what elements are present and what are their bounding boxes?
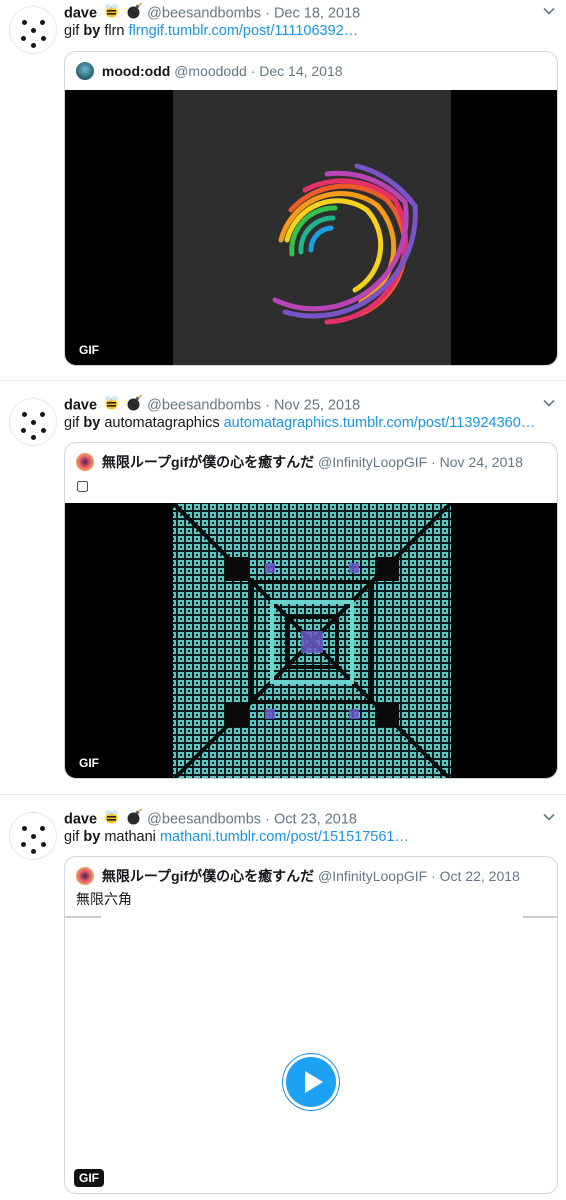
fractal-pattern-image bbox=[171, 501, 453, 778]
display-name[interactable]: dave bbox=[64, 5, 97, 21]
quoted-tweet-header: 無限ループgifが僕の心を癒すんだ @InfinityLoopGIF · Nov… bbox=[76, 453, 523, 471]
quoted-tweet-header: 無限ループgifが僕の心を癒すんだ @InfinityLoopGIF · Oct… bbox=[76, 867, 520, 885]
tweet-header: dave @beesandbombs · Dec 18, 2018 bbox=[64, 2, 360, 24]
quoted-tweet-text: ▢ bbox=[76, 477, 90, 493]
tweet-link[interactable]: flrngif.tumblr.com/post/111106392… bbox=[129, 23, 359, 39]
gif-media[interactable]: GIF bbox=[65, 916, 557, 1193]
rainbow-arcs-image bbox=[173, 90, 451, 365]
quoted-timestamp[interactable]: Oct 22, 2018 bbox=[440, 868, 520, 884]
gif-media[interactable]: GIF bbox=[65, 501, 557, 778]
tweet-link[interactable]: mathani.tumblr.com/post/151517561… bbox=[160, 829, 409, 845]
chevron-down-icon[interactable] bbox=[542, 4, 556, 18]
chevron-down-icon[interactable] bbox=[542, 396, 556, 410]
timestamp[interactable]: Dec 18, 2018 bbox=[274, 5, 360, 21]
bomb-emoji bbox=[126, 2, 143, 24]
quoted-display-name[interactable]: 無限ループgifが僕の心を癒すんだ bbox=[102, 454, 314, 470]
timestamp[interactable]: Oct 23, 2018 bbox=[274, 811, 357, 827]
tweet-text: gif by mathani mathani.tumblr.com/post/1… bbox=[64, 829, 410, 845]
quoted-timestamp[interactable]: Nov 24, 2018 bbox=[440, 454, 523, 470]
chevron-down-icon[interactable] bbox=[542, 810, 556, 824]
bee-emoji bbox=[103, 3, 120, 24]
handle[interactable]: @beesandbombs bbox=[147, 811, 261, 827]
quoted-tweet-header: mood:odd @moododd · Dec 14, 2018 bbox=[76, 62, 343, 80]
tweet[interactable]: dave @beesandbombs · Dec 18, 2018 gif by… bbox=[0, 0, 566, 380]
divider bbox=[0, 380, 566, 381]
quoted-avatar[interactable] bbox=[76, 867, 94, 885]
quoted-tweet[interactable]: 無限ループgifが僕の心を癒すんだ @InfinityLoopGIF · Nov… bbox=[64, 442, 558, 779]
bee-emoji bbox=[103, 809, 120, 830]
quoted-display-name[interactable]: mood:odd bbox=[102, 63, 170, 79]
quoted-timestamp[interactable]: Dec 14, 2018 bbox=[259, 63, 342, 79]
gif-badge: GIF bbox=[74, 754, 104, 772]
tweet-header: dave @beesandbombs · Oct 23, 2018 bbox=[64, 808, 357, 830]
avatar[interactable] bbox=[9, 812, 57, 860]
play-icon bbox=[305, 1071, 323, 1093]
display-name[interactable]: dave bbox=[64, 811, 97, 827]
tweet-header: dave @beesandbombs · Nov 25, 2018 bbox=[64, 394, 360, 416]
display-name[interactable]: dave bbox=[64, 397, 97, 413]
avatar[interactable] bbox=[9, 6, 57, 54]
bomb-emoji bbox=[126, 394, 143, 416]
quoted-handle[interactable]: @moododd bbox=[174, 63, 247, 79]
bee-emoji bbox=[103, 395, 120, 416]
tweet-link[interactable]: automatagraphics.tumblr.com/post/1139243… bbox=[224, 415, 536, 431]
tweet-text: gif by automatagraphics automatagraphics… bbox=[64, 415, 536, 431]
quoted-handle[interactable]: @InfinityLoopGIF bbox=[318, 868, 427, 884]
quoted-tweet-text: 無限六角 bbox=[76, 891, 132, 907]
tweet[interactable]: dave @beesandbombs · Oct 23, 2018 gif by… bbox=[0, 806, 566, 1200]
quoted-avatar[interactable] bbox=[76, 453, 94, 471]
handle[interactable]: @beesandbombs bbox=[147, 5, 261, 21]
handle[interactable]: @beesandbombs bbox=[147, 397, 261, 413]
quoted-display-name[interactable]: 無限ループgifが僕の心を癒すんだ bbox=[102, 868, 314, 884]
gif-badge: GIF bbox=[74, 341, 104, 359]
bomb-emoji bbox=[126, 808, 143, 830]
tweet[interactable]: dave @beesandbombs · Nov 25, 2018 gif by… bbox=[0, 392, 566, 794]
quoted-avatar[interactable] bbox=[76, 62, 94, 80]
divider bbox=[0, 794, 566, 795]
gif-media[interactable]: GIF bbox=[65, 90, 557, 365]
quoted-handle[interactable]: @InfinityLoopGIF bbox=[318, 454, 427, 470]
avatar[interactable] bbox=[9, 398, 57, 446]
tweet-text: gif by flrn flrngif.tumblr.com/post/1111… bbox=[64, 23, 359, 39]
quoted-tweet[interactable]: mood:odd @moododd · Dec 14, 2018 GIF bbox=[64, 51, 558, 366]
quoted-tweet[interactable]: 無限ループgifが僕の心を癒すんだ @InfinityLoopGIF · Oct… bbox=[64, 856, 558, 1194]
timestamp[interactable]: Nov 25, 2018 bbox=[274, 397, 360, 413]
play-button[interactable] bbox=[283, 1054, 339, 1110]
gif-badge: GIF bbox=[74, 1169, 104, 1187]
